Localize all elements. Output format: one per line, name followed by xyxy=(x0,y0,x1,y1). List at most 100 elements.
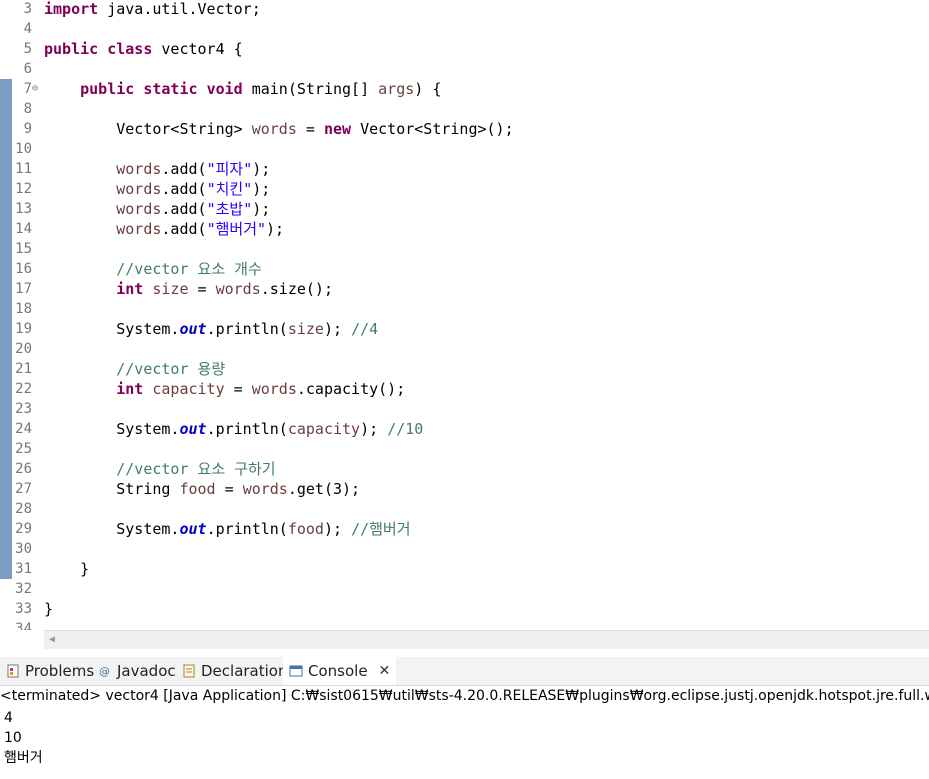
javadoc-at-icon: @ xyxy=(99,665,110,678)
tab-problems[interactable]: Problems xyxy=(0,657,100,685)
change-marker xyxy=(0,279,12,299)
code-line[interactable]: 7 ⊖ public static void main(String[] args… xyxy=(0,79,929,99)
code-token: public xyxy=(80,80,135,98)
code-editor[interactable]: 3 import java.util.Vector; 4 5 public class … xyxy=(0,0,929,630)
code-line[interactable]: 19 System.out.println(size); //4 xyxy=(0,319,929,339)
horizontal-scrollbar[interactable]: ◀ xyxy=(44,630,929,649)
code-line[interactable]: 13 words.add("초밥"); xyxy=(0,199,929,219)
code-text: System.out.println(food); //햄버거 xyxy=(44,519,410,539)
code-token: ); xyxy=(360,420,388,438)
code-token: //vector 용량 xyxy=(116,360,226,378)
code-token: ); xyxy=(252,180,271,198)
code-line[interactable]: 4 xyxy=(0,19,929,39)
code-token: words xyxy=(116,200,162,218)
change-marker xyxy=(0,539,12,559)
scroll-left-arrow-icon[interactable]: ◀ xyxy=(49,634,55,645)
line-number: 10 xyxy=(15,141,32,157)
code-line[interactable]: 29 System.out.println(food); //햄버거 xyxy=(0,519,929,539)
code-token: main(String[] xyxy=(242,80,379,98)
code-token: ) { xyxy=(414,80,442,98)
code-token: "치킨" xyxy=(206,180,253,198)
code-line[interactable]: 18 xyxy=(0,299,929,319)
code-line[interactable]: 20 xyxy=(0,339,929,359)
code-line[interactable]: 14 words.add("햄버거"); xyxy=(0,219,929,239)
change-marker xyxy=(0,259,12,279)
code-text: } xyxy=(44,559,89,579)
line-number: 18 xyxy=(15,301,32,317)
line-number: 34 xyxy=(15,621,32,630)
code-line[interactable]: 26 //vector 요소 구하기 xyxy=(0,459,929,479)
line-number: 24 xyxy=(15,421,32,437)
line-number: 9 xyxy=(23,121,32,137)
code-token: .println( xyxy=(206,320,288,338)
code-token: out xyxy=(179,520,207,538)
code-line[interactable]: 8 xyxy=(0,99,929,119)
line-number: 12 xyxy=(15,181,32,197)
code-token: new xyxy=(323,120,352,138)
line-number: 20 xyxy=(15,341,32,357)
code-line[interactable]: 16 //vector 요소 개수 xyxy=(0,259,929,279)
svg-text:@: @ xyxy=(99,665,110,678)
code-line[interactable]: 5 public class vector4 { xyxy=(0,39,929,59)
line-number: 17 xyxy=(15,281,32,297)
fold-collapse-icon[interactable]: ⊖ xyxy=(32,79,38,99)
code-token: System. xyxy=(44,520,180,538)
code-line[interactable]: 25 xyxy=(0,439,929,459)
code-line[interactable]: 34 xyxy=(0,619,929,630)
code-line[interactable]: 22 int capacity = words.capacity(); xyxy=(0,379,929,399)
line-number: 25 xyxy=(15,441,32,457)
console-output-line: 4 xyxy=(4,710,13,726)
change-marker xyxy=(0,379,12,399)
change-marker xyxy=(0,519,12,539)
code-token: ); xyxy=(252,160,271,178)
change-marker xyxy=(0,239,12,259)
code-token: ); xyxy=(323,520,352,538)
code-line[interactable]: 11 words.add("피자"); xyxy=(0,159,929,179)
code-token: .get(3); xyxy=(287,480,361,498)
code-line[interactable]: 6 xyxy=(0,59,929,79)
tab-javadoc[interactable]: @ Javadoc xyxy=(92,657,182,685)
code-line[interactable]: 32 xyxy=(0,579,929,599)
tab-console[interactable]: Console ✕ xyxy=(283,657,397,685)
code-text: String food = words.get(3); xyxy=(44,479,360,499)
code-text: //vector 용량 xyxy=(44,359,225,379)
code-text: words.add("피자"); xyxy=(44,159,270,179)
code-line[interactable]: 27 String food = words.get(3); xyxy=(0,479,929,499)
console-icon xyxy=(289,665,303,677)
line-number: 5 xyxy=(23,41,32,57)
change-marker xyxy=(0,459,12,479)
console-process-header: <terminated> vector4 [Java Application] … xyxy=(0,686,929,706)
code-line[interactable]: 17 int size = words.size(); xyxy=(0,279,929,299)
change-marker xyxy=(0,439,12,459)
code-line[interactable]: 12 words.add("치킨"); xyxy=(0,179,929,199)
code-line[interactable]: 28 xyxy=(0,499,929,519)
code-line[interactable]: 15 xyxy=(0,239,929,259)
line-number: 27 xyxy=(15,481,32,497)
code-text: int capacity = words.capacity(); xyxy=(44,379,405,399)
code-token: int xyxy=(116,280,144,298)
code-token: capacity xyxy=(152,380,225,398)
code-line[interactable]: 23 xyxy=(0,399,929,419)
close-icon[interactable]: ✕ xyxy=(379,657,391,685)
code-line[interactable]: 31 } xyxy=(0,559,929,579)
code-token: = xyxy=(215,480,243,498)
code-token: .println( xyxy=(206,420,288,438)
code-line[interactable]: 9 Vector<String> words = new Vector<Stri… xyxy=(0,119,929,139)
code-line[interactable]: 10 xyxy=(0,139,929,159)
tab-declaration[interactable]: Declaration xyxy=(176,657,293,685)
change-marker xyxy=(0,359,12,379)
console-output[interactable]: 4 10 햄버거 xyxy=(4,708,43,768)
tab-javadoc-label: Javadoc xyxy=(117,662,176,680)
change-marker xyxy=(0,119,12,139)
code-line[interactable]: 30 xyxy=(0,539,929,559)
code-line[interactable]: 21 //vector 용량 xyxy=(0,359,929,379)
code-line[interactable]: 3 import java.util.Vector; xyxy=(0,0,929,19)
line-number: 13 xyxy=(15,201,32,217)
code-token: "햄버거" xyxy=(206,220,267,238)
code-line[interactable]: 24 System.out.println(capacity); //10 xyxy=(0,419,929,439)
code-line[interactable]: 33} xyxy=(0,599,929,619)
change-marker xyxy=(0,319,12,339)
